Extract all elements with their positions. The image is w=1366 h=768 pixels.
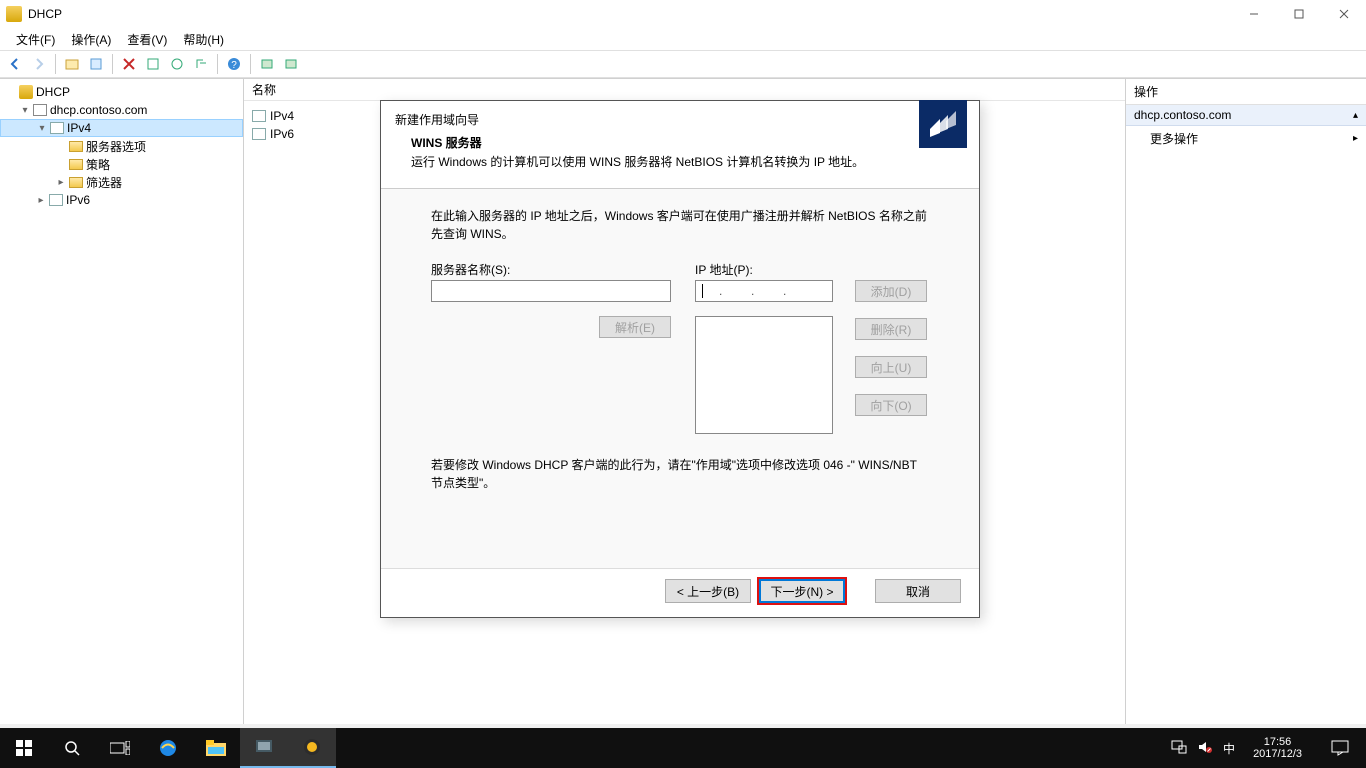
arrow-right-icon: ▸ [1353,133,1358,144]
wizard-note: 若要修改 Windows DHCP 客户端的此行为，请在"作用域"选项中修改选项… [431,456,929,492]
titlebar: DHCP [0,0,1366,28]
taskview-button[interactable] [96,728,144,768]
remove-button[interactable]: 删除(R) [855,318,927,340]
nav-forward-button[interactable] [28,53,50,75]
svg-text:?: ? [231,60,237,71]
taskbar-explorer[interactable] [192,728,240,768]
expander-icon[interactable]: ▸ [34,195,48,206]
taskbar-clock[interactable]: 17:56 2017/12/3 [1245,736,1310,760]
wizard-section-title: WINS 服务器 [411,134,864,151]
arrow-up-icon: ▴ [1353,110,1358,121]
tray-network-icon[interactable] [1171,740,1187,757]
expander-icon[interactable]: ▸ [54,177,68,188]
actions-more[interactable]: 更多操作 ▸ [1126,126,1366,151]
menubar: 文件(F) 操作(A) 查看(V) 帮助(H) [0,28,1366,50]
taskbar: 中 17:56 2017/12/3 [0,728,1366,768]
server-icon [33,104,47,116]
menu-help[interactable]: 帮助(H) [175,29,232,50]
expander-icon[interactable]: ▾ [35,123,49,134]
window-title: DHCP [28,7,62,21]
folder-icon [69,159,83,170]
tree-server[interactable]: ▾ dhcp.contoso.com [0,101,243,119]
menu-file[interactable]: 文件(F) [8,29,63,50]
actions-panel: 操作 dhcp.contoso.com ▴ 更多操作 ▸ [1126,79,1366,724]
cancel-button[interactable]: 取消 [875,579,961,603]
back-button[interactable]: < 上一步(B) [665,579,751,603]
wizard-section-desc: 运行 Windows 的计算机可以使用 WINS 服务器将 NetBIOS 计算… [411,153,864,170]
taskbar-dhcp[interactable] [288,728,336,768]
wizard-logo-icon [919,100,967,148]
tree-root-label: DHCP [36,85,70,99]
toolbar-add-icon[interactable] [61,53,83,75]
tree-server-options-label: 服务器选项 [86,138,146,155]
tree-ipv4-label: IPv4 [67,121,91,135]
tree-ipv6-label: IPv6 [66,193,90,207]
clock-time: 17:56 [1253,736,1302,748]
dhcp-icon [19,85,33,99]
ip-listbox[interactable] [695,316,833,434]
toolbar-export-icon[interactable] [190,53,212,75]
list-item-label: IPv4 [270,109,294,123]
tree-ipv4[interactable]: ▾ IPv4 [0,119,243,137]
tree-server-options[interactable]: 服务器选项 [0,137,243,155]
tree-root[interactable]: DHCP [0,83,243,101]
add-button[interactable]: 添加(D) [855,280,927,302]
notifications-button[interactable] [1320,728,1360,768]
tray-volume-icon[interactable] [1197,740,1213,757]
minimize-button[interactable] [1231,0,1276,28]
ipv4-icon [252,110,266,122]
actions-header: 操作 [1126,79,1366,105]
taskbar-server-manager[interactable] [240,728,288,768]
tree-ipv6[interactable]: ▸ IPv6 [0,191,243,209]
ipv6-icon [252,128,266,140]
resolve-button[interactable]: 解析(E) [599,316,671,338]
toolbar-server2-icon[interactable] [280,53,302,75]
tree-policies[interactable]: 策略 [0,155,243,173]
wizard-body-desc: 在此输入服务器的 IP 地址之后，Windows 客户端可在使用广播注册并解析 … [431,207,929,243]
toolbar-props-icon[interactable] [85,53,107,75]
tree-panel: DHCP ▾ dhcp.contoso.com ▾ IPv4 服务器选项 策略 [0,79,244,724]
ipv6-icon [49,194,63,206]
ip-address-input[interactable]: . . . [695,280,833,302]
list-header[interactable]: 名称 [244,79,1125,101]
list-item-label: IPv6 [270,127,294,141]
folder-icon [69,177,83,188]
tree-filters-label: 筛选器 [86,174,122,191]
server-name-input[interactable] [431,280,671,302]
next-button[interactable]: 下一步(N) > [759,579,845,603]
app-icon [6,6,22,22]
nav-back-button[interactable] [4,53,26,75]
server-name-label: 服务器名称(S): [431,261,671,278]
ipv4-icon [50,122,64,134]
toolbar-help-icon[interactable]: ? [223,53,245,75]
actions-more-label: 更多操作 [1150,130,1198,147]
maximize-button[interactable] [1276,0,1321,28]
up-button[interactable]: 向上(U) [855,356,927,378]
wizard-title: 新建作用域向导 [381,101,979,132]
toolbar-refresh-icon[interactable] [142,53,164,75]
tree-filters[interactable]: ▸ 筛选器 [0,173,243,191]
folder-icon [69,141,83,152]
actions-server-row[interactable]: dhcp.contoso.com ▴ [1126,105,1366,126]
tree-policies-label: 策略 [86,156,110,173]
tray-ime[interactable]: 中 [1223,740,1235,757]
new-scope-wizard: 新建作用域向导 WINS 服务器 运行 Windows 的计算机可以使用 WIN… [380,100,980,618]
ip-address-label: IP 地址(P): [695,261,927,278]
toolbar-server1-icon[interactable] [256,53,278,75]
toolbar-delete-icon[interactable] [118,53,140,75]
down-button[interactable]: 向下(O) [855,394,927,416]
taskbar-ie[interactable] [144,728,192,768]
start-button[interactable] [0,728,48,768]
menu-action[interactable]: 操作(A) [63,29,119,50]
tree-server-label: dhcp.contoso.com [50,103,147,117]
menu-view[interactable]: 查看(V) [119,29,175,50]
search-button[interactable] [48,728,96,768]
toolbar-scope-icon[interactable] [166,53,188,75]
close-button[interactable] [1321,0,1366,28]
actions-server-label: dhcp.contoso.com [1134,108,1231,122]
toolbar: ? [0,50,1366,78]
clock-date: 2017/12/3 [1253,748,1302,760]
expander-icon[interactable]: ▾ [18,105,32,116]
